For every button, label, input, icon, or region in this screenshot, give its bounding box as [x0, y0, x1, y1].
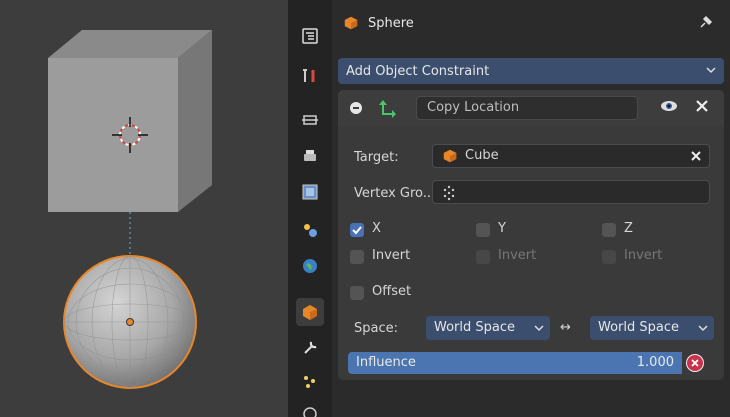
panel-header: Sphere — [332, 0, 730, 46]
influence-value: 1.000 — [636, 355, 674, 370]
tab-physics[interactable] — [296, 400, 324, 417]
target-field[interactable]: Cube — [432, 144, 710, 168]
wrench-screwdriver-icon — [303, 69, 315, 82]
3d-viewport[interactable] — [0, 0, 288, 417]
add-object-constraint-dropdown[interactable]: Add Object Constraint — [338, 58, 724, 84]
tab-scene[interactable] — [296, 216, 324, 244]
target-space-dropdown[interactable]: World Space — [590, 316, 714, 340]
chevron-down-icon — [698, 325, 708, 332]
tab-world[interactable] — [296, 252, 324, 280]
offset-checkbox[interactable] — [350, 286, 364, 300]
copy-location-constraint-panel: Copy Location Target: Cube Vertex Gro.. … — [338, 90, 724, 380]
image-icon — [302, 184, 318, 200]
axis-y-label: Y — [498, 221, 506, 236]
owner-space-dropdown[interactable]: World Space — [426, 316, 550, 340]
wrench-icon — [304, 341, 317, 354]
object-cube-icon — [344, 16, 358, 30]
printer-icon — [304, 150, 316, 161]
space-swap-arrow: ↔ — [560, 320, 571, 335]
vertex-group-label: Vertex Gro.. — [354, 186, 432, 201]
axis-x-label: X — [372, 221, 381, 236]
tab-render-tools[interactable] — [296, 62, 324, 90]
constraint-name-field[interactable]: Copy Location — [416, 96, 638, 120]
invert-x-checkbox[interactable] — [350, 250, 364, 264]
object-cube-icon — [443, 149, 457, 163]
invert-z-label: Invert — [624, 248, 663, 263]
tab-print[interactable] — [296, 142, 324, 170]
tool-icon — [302, 28, 318, 44]
world-icon — [303, 259, 317, 273]
influence-label: Influence — [356, 355, 416, 370]
scene-icon — [304, 224, 317, 237]
invert-x-label: Invert — [372, 248, 411, 263]
object-name: Sphere — [368, 15, 414, 31]
axis-y-checkbox[interactable] — [476, 223, 490, 237]
offset-label: Offset — [372, 284, 412, 299]
pin-icon[interactable] — [698, 14, 714, 30]
delete-constraint-icon[interactable] — [694, 98, 710, 114]
tab-particles[interactable] — [296, 368, 324, 396]
target-space-value: World Space — [598, 320, 680, 335]
checkmark-icon — [352, 226, 362, 235]
output-icon — [302, 115, 318, 125]
axis-z-label: Z — [624, 221, 633, 236]
properties-panel: Sphere Add Object Constraint Copy Locati… — [332, 0, 730, 417]
collapse-toggle-icon[interactable] — [350, 102, 362, 114]
target-value: Cube — [465, 148, 499, 163]
space-label: Space: — [354, 321, 398, 336]
chevron-down-icon — [706, 67, 716, 74]
clear-target-icon[interactable] — [691, 151, 701, 161]
properties-tab-column — [288, 0, 332, 417]
add-constraint-label: Add Object Constraint — [346, 63, 490, 79]
tab-object[interactable] — [296, 298, 324, 326]
axis-z-checkbox[interactable] — [602, 223, 616, 237]
particles-icon — [304, 376, 315, 388]
invert-y-checkbox[interactable] — [476, 250, 490, 264]
tab-output[interactable] — [296, 106, 324, 134]
constraint-header: Copy Location — [338, 90, 724, 126]
tab-modifiers[interactable] — [296, 334, 324, 362]
target-label: Target: — [354, 150, 399, 165]
influence-reset-button[interactable] — [682, 352, 708, 374]
invert-z-checkbox[interactable] — [602, 250, 616, 264]
vertex-group-field[interactable] — [432, 180, 710, 204]
physics-icon — [303, 407, 317, 417]
chevron-down-icon — [534, 325, 544, 332]
object-cube-icon — [303, 305, 317, 320]
owner-space-value: World Space — [434, 320, 516, 335]
sphere-object — [63, 255, 197, 389]
vertex-group-icon — [443, 185, 455, 201]
viewport-scene — [48, 30, 212, 389]
tab-tool[interactable] — [296, 22, 324, 50]
tab-view-layer[interactable] — [296, 178, 324, 206]
copy-location-icon — [379, 100, 396, 118]
invert-y-label: Invert — [498, 248, 537, 263]
reset-x-icon — [686, 354, 704, 372]
eye-icon[interactable] — [660, 99, 678, 113]
influence-slider[interactable]: Influence 1.000 — [348, 352, 682, 374]
axis-x-checkbox[interactable] — [350, 223, 364, 237]
